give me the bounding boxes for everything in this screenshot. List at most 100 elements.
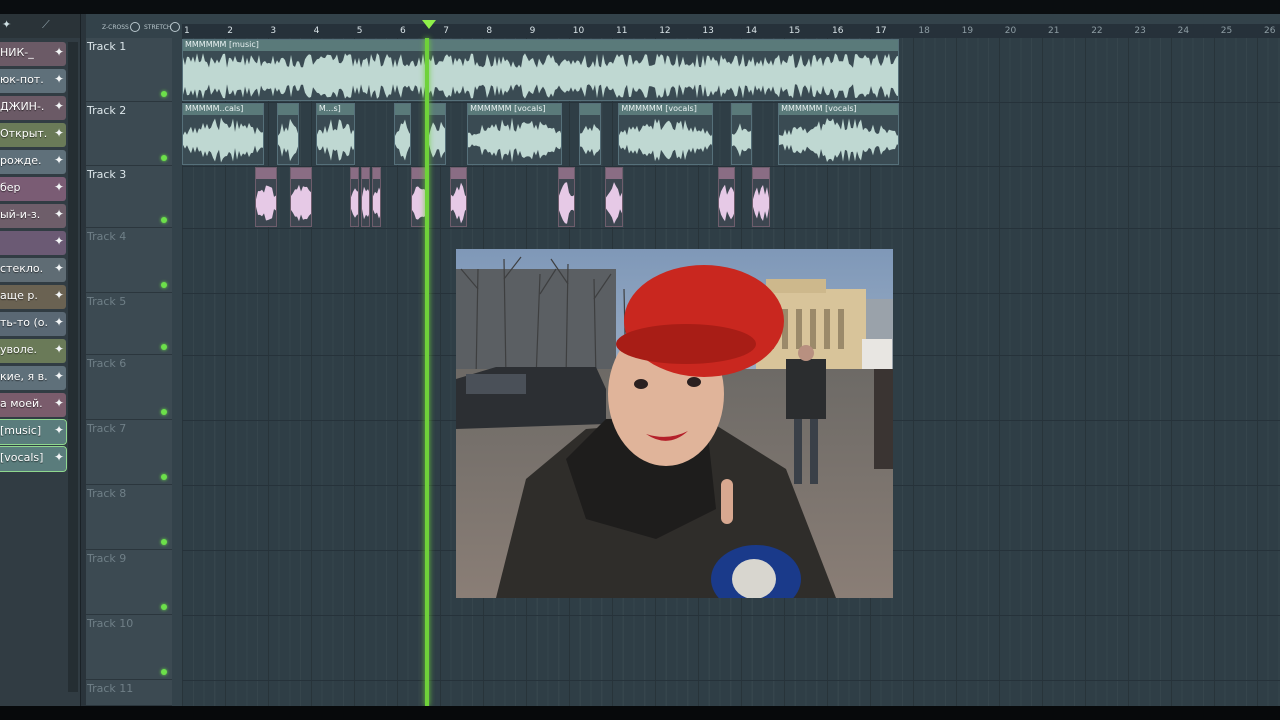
ruler-bar-number: 8 bbox=[486, 26, 493, 36]
browser-clip-item[interactable]: стекло. ✦ bbox=[0, 258, 66, 282]
browser-clip-item[interactable]: кие, я в. ✦ bbox=[0, 366, 66, 390]
waveform bbox=[731, 123, 752, 157]
audio-clip[interactable]: MMMMMM [music] bbox=[182, 39, 900, 101]
browser-clip-item[interactable]: аще р. ✦ bbox=[0, 285, 66, 309]
clip-header[interactable] bbox=[278, 104, 298, 115]
clip-header[interactable] bbox=[718, 168, 734, 179]
browser-clip-item[interactable]: бер ✦ bbox=[0, 177, 66, 201]
ruler-bar-number: 13 bbox=[702, 26, 714, 36]
clip-header[interactable]: MMMMMM [vocals] bbox=[619, 104, 713, 115]
track-mute-led[interactable] bbox=[161, 409, 167, 415]
clip-header[interactable] bbox=[351, 168, 359, 179]
audio-clip[interactable] bbox=[752, 167, 770, 227]
audio-clip[interactable] bbox=[605, 167, 623, 227]
track-mute-led[interactable] bbox=[161, 91, 167, 97]
browser-clip-item[interactable]: [music] ✦ bbox=[0, 419, 67, 445]
clip-header[interactable]: MMMMMM [music] bbox=[183, 40, 899, 51]
browser-clip-item[interactable]: уволе. ✦ bbox=[0, 339, 66, 363]
audio-clip-icon: ✦ bbox=[53, 126, 64, 140]
browser-clip-label: [vocals] bbox=[0, 451, 44, 464]
clip-header[interactable] bbox=[362, 168, 369, 179]
waveform bbox=[718, 184, 734, 222]
audio-clip[interactable] bbox=[730, 103, 753, 165]
track-header[interactable]: Track 9 bbox=[86, 550, 172, 615]
track-header[interactable]: Track 11 bbox=[86, 680, 172, 706]
browser-clip-item[interactable]: рожде. ✦ bbox=[0, 150, 66, 174]
track-header[interactable]: Track 6 bbox=[86, 355, 172, 420]
track-mute-led[interactable] bbox=[161, 669, 167, 675]
audio-clip[interactable] bbox=[361, 167, 370, 227]
browser-clip-label: а моей. bbox=[0, 397, 43, 410]
track-name: Track 9 bbox=[87, 552, 127, 565]
waveform-icon[interactable]: ✦ bbox=[2, 18, 11, 31]
timeline-ruler[interactable]: 1 2 3 4 5 6 7 8 9 10 11 12 13 14 15 16 17 18 19 20 21 22 23 24 2… bbox=[182, 24, 1280, 38]
audio-clip[interactable] bbox=[290, 167, 312, 227]
audio-clip[interactable]: M...s] bbox=[315, 103, 355, 165]
playhead-line[interactable] bbox=[425, 38, 429, 706]
audio-clip[interactable] bbox=[255, 167, 278, 227]
clip-header[interactable] bbox=[731, 104, 752, 115]
audio-clip[interactable]: MMMMM..cals] bbox=[182, 103, 265, 165]
audio-clip[interactable]: MMMMMM [vocals] bbox=[778, 103, 900, 165]
waveform bbox=[606, 182, 622, 224]
track-header[interactable]: Track 1 bbox=[86, 38, 172, 102]
browser-clip-item[interactable]: ый-и-з. ✦ bbox=[0, 204, 66, 228]
zcross-checkbox[interactable] bbox=[130, 22, 140, 32]
clip-header[interactable]: MMMMMM [vocals] bbox=[468, 104, 562, 115]
track-header[interactable]: Track 7 bbox=[86, 420, 172, 485]
track-mute-led[interactable] bbox=[161, 539, 167, 545]
browser-clip-item[interactable]: ДЖИН-. ✦ bbox=[0, 96, 66, 120]
clip-header[interactable] bbox=[606, 168, 622, 179]
audio-clip[interactable] bbox=[428, 103, 446, 165]
audio-clip[interactable] bbox=[372, 167, 381, 227]
stretch-checkbox[interactable] bbox=[170, 22, 180, 32]
browser-clip-item[interactable]: Открыт. ✦ bbox=[0, 123, 66, 147]
audio-clip[interactable] bbox=[557, 167, 576, 227]
audio-clip[interactable]: MMMMMM [vocals] bbox=[618, 103, 714, 165]
clip-header[interactable] bbox=[394, 104, 410, 115]
browser-clip-item[interactable]: а моей. ✦ bbox=[0, 393, 66, 417]
playhead-marker-icon[interactable] bbox=[422, 20, 436, 29]
track-header[interactable]: Track 5 bbox=[86, 293, 172, 355]
track-header[interactable]: Track 4 bbox=[86, 228, 172, 293]
browser-clip-item[interactable]: НИК-_ ✦ bbox=[0, 42, 66, 66]
clip-label: MMMMMM [vocals] bbox=[621, 104, 697, 113]
track-header[interactable]: Track 2 bbox=[86, 102, 172, 166]
clip-header[interactable]: MMMMM..cals] bbox=[183, 104, 264, 115]
clip-header[interactable] bbox=[429, 104, 445, 115]
clip-header[interactable] bbox=[256, 168, 277, 179]
track-mute-led[interactable] bbox=[161, 155, 167, 161]
browser-scrollbar[interactable] bbox=[68, 42, 78, 692]
track-mute-led[interactable] bbox=[161, 282, 167, 288]
browser-clip-item[interactable]: юк-пот. ✦ bbox=[0, 69, 66, 93]
clip-header[interactable] bbox=[580, 104, 601, 115]
link-icon[interactable]: ⟋ bbox=[42, 18, 50, 32]
audio-clip[interactable] bbox=[717, 167, 735, 227]
browser-clip-item[interactable]: [vocals] ✦ bbox=[0, 446, 67, 472]
track-header[interactable]: Track 10 bbox=[86, 615, 172, 680]
audio-clip[interactable] bbox=[350, 167, 360, 227]
browser-clip-item[interactable]: ть-то (о. ✦ bbox=[0, 312, 66, 336]
track-header[interactable]: Track 3 bbox=[86, 166, 172, 228]
clip-header[interactable] bbox=[291, 168, 311, 179]
clip-header[interactable] bbox=[373, 168, 380, 179]
audio-clip[interactable] bbox=[277, 103, 299, 165]
track-header[interactable]: Track 8 bbox=[86, 485, 172, 550]
audio-clip[interactable]: MMMMMM [vocals] bbox=[467, 103, 563, 165]
track-mute-led[interactable] bbox=[161, 344, 167, 350]
clip-header[interactable] bbox=[558, 168, 575, 179]
clip-header[interactable]: MMMMMM [vocals] bbox=[779, 104, 899, 115]
audio-clip[interactable] bbox=[579, 103, 602, 165]
clip-header[interactable]: M...s] bbox=[316, 104, 354, 115]
browser-clip-label: юк-пот. bbox=[0, 73, 44, 86]
audio-clip[interactable] bbox=[393, 103, 411, 165]
browser-clip-item[interactable]: ✦ bbox=[0, 231, 66, 255]
track-name: Track 2 bbox=[87, 104, 127, 117]
clip-header[interactable] bbox=[753, 168, 769, 179]
clip-header[interactable] bbox=[450, 168, 467, 179]
audio-clip[interactable] bbox=[449, 167, 468, 227]
track-mute-led[interactable] bbox=[161, 474, 167, 480]
ruler-bar-number: 25 bbox=[1220, 26, 1233, 36]
track-mute-led[interactable] bbox=[161, 604, 167, 610]
track-mute-led[interactable] bbox=[161, 217, 167, 223]
